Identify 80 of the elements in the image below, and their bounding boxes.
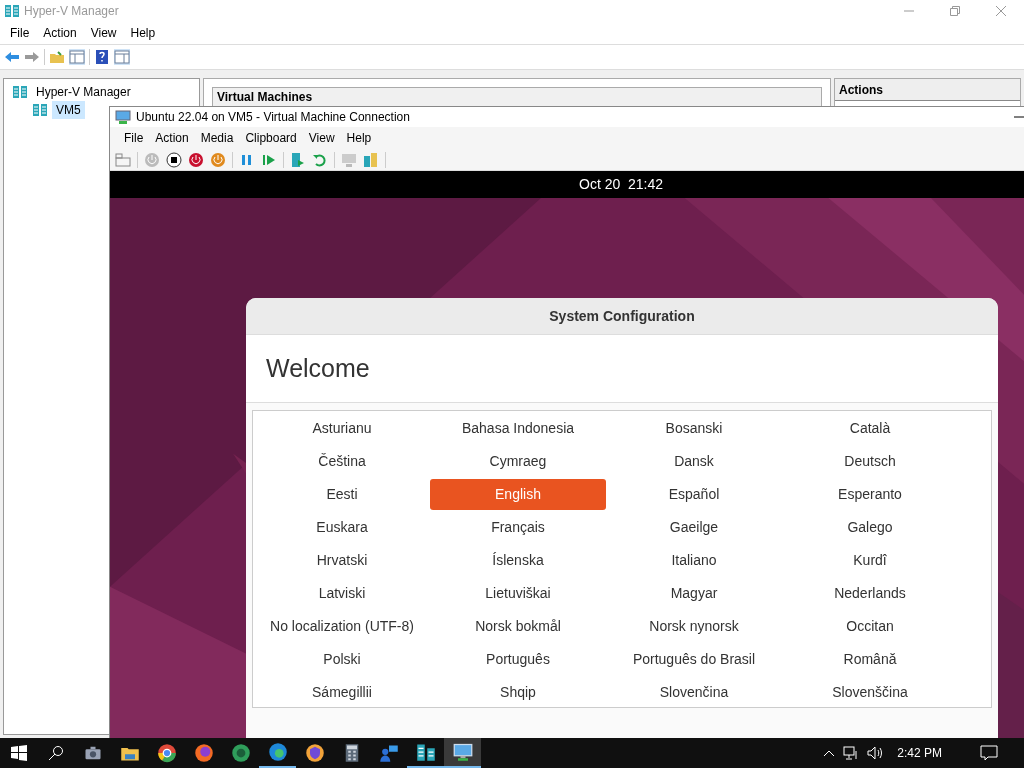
language-option[interactable]: Français (430, 512, 606, 543)
menu-item[interactable]: Help (123, 24, 163, 42)
tree-item[interactable]: VM5 (52, 101, 85, 119)
power-icon[interactable] (188, 151, 204, 168)
language-option[interactable]: Shqip (430, 677, 606, 708)
menu-item[interactable]: Help (340, 129, 378, 148)
language-option[interactable]: Galego (782, 512, 958, 543)
language-option[interactable]: Bosanski (606, 413, 782, 444)
folder-icon[interactable] (49, 49, 65, 65)
page-heading: Welcome (266, 352, 370, 384)
language-option[interactable]: Română (782, 644, 958, 675)
menu-item[interactable]: Action (36, 24, 84, 42)
language-option[interactable]: Esperanto (782, 479, 958, 510)
close-icon[interactable] (996, 6, 1006, 16)
windows-icon (10, 745, 27, 761)
menu-item[interactable]: File (3, 24, 37, 42)
menu-item[interactable]: Media (194, 129, 240, 148)
language-option[interactable]: Asturianu (254, 413, 430, 444)
menu-item[interactable]: File (118, 129, 150, 148)
forward-arrow-icon[interactable] (24, 49, 40, 65)
language-option[interactable]: Português do Brasil (606, 644, 782, 675)
people-icon (378, 743, 399, 763)
section-header: Actions (835, 79, 1020, 101)
language-option[interactable]: Magyar (606, 578, 782, 609)
language-option[interactable]: Norsk nynorsk (606, 611, 782, 642)
monitor-icon (115, 109, 131, 126)
language-option[interactable]: Nederlands (782, 578, 958, 609)
language-option[interactable]: Lietuviškai (430, 578, 606, 609)
network-icon[interactable] (843, 745, 860, 761)
language-option[interactable]: Kurdî (782, 545, 958, 576)
app-icon (4, 3, 20, 19)
language-option[interactable]: No localization (UTF-8) (254, 611, 430, 642)
language-option[interactable]: Español (606, 479, 782, 510)
language-option[interactable]: Euskara (254, 512, 430, 543)
taskbar-clock[interactable]: 2:42 PM (893, 744, 946, 762)
back-arrow-icon[interactable] (4, 49, 20, 65)
language-option[interactable]: Norsk bokmål (430, 611, 606, 642)
taskbar-app[interactable] (444, 738, 481, 768)
language-option[interactable]: Cymraeg (430, 446, 606, 477)
dialog-title: System Configuration (549, 306, 695, 326)
restore-icon[interactable] (950, 6, 960, 16)
language-option[interactable]: Latviski (254, 578, 430, 609)
language-option[interactable]: English (430, 479, 606, 510)
browser-icon (193, 743, 214, 763)
panel-icon[interactable] (69, 49, 85, 65)
browser-icon (230, 743, 251, 763)
browser-icon (267, 742, 288, 762)
language-option[interactable]: Deutsch (782, 446, 958, 477)
monitor-icon (452, 742, 473, 762)
section-header: Virtual Machines (212, 87, 822, 107)
menu-item[interactable]: Action (149, 129, 195, 148)
language-option[interactable]: Português (430, 644, 606, 675)
language-option[interactable]: Eesti (254, 479, 430, 510)
language-option[interactable]: Occitan (782, 611, 958, 642)
language-option[interactable]: Hrvatski (254, 545, 430, 576)
notification-icon[interactable] (980, 745, 998, 761)
guest-clock[interactable]: Oct 20 21:42 (579, 174, 664, 195)
language-option[interactable]: Íslenska (430, 545, 606, 576)
browser-icon (304, 743, 325, 763)
language-option[interactable]: Sámegillii (254, 677, 430, 708)
language-option[interactable]: Dansk (606, 446, 782, 477)
stop-icon[interactable] (166, 151, 182, 168)
browser-icon (156, 743, 177, 763)
window-title: Hyper-V Manager (24, 3, 119, 20)
language-option[interactable]: Bahasa Indonesia (430, 413, 606, 444)
menu-item[interactable]: View (302, 129, 341, 148)
language-option[interactable]: Čeština (254, 446, 430, 477)
menu-item[interactable]: Clipboard (239, 129, 303, 148)
language-option[interactable]: Slovenščina (782, 677, 958, 708)
language-option[interactable]: Gaeilge (606, 512, 782, 543)
checkpoint-icon[interactable] (290, 151, 306, 168)
menu-item[interactable]: View (83, 24, 124, 42)
help-icon[interactable] (94, 49, 110, 65)
window-title: Ubuntu 22.04 on VM5 - Virtual Machine Connection (136, 109, 410, 127)
search-icon (47, 745, 64, 761)
language-option[interactable]: Polski (254, 644, 430, 675)
language-option[interactable]: Català (782, 413, 958, 444)
tree-item[interactable]: Hyper-V Manager (32, 83, 135, 101)
language-option[interactable]: Slovenčina (606, 677, 782, 708)
language-option[interactable]: Italiano (606, 545, 782, 576)
